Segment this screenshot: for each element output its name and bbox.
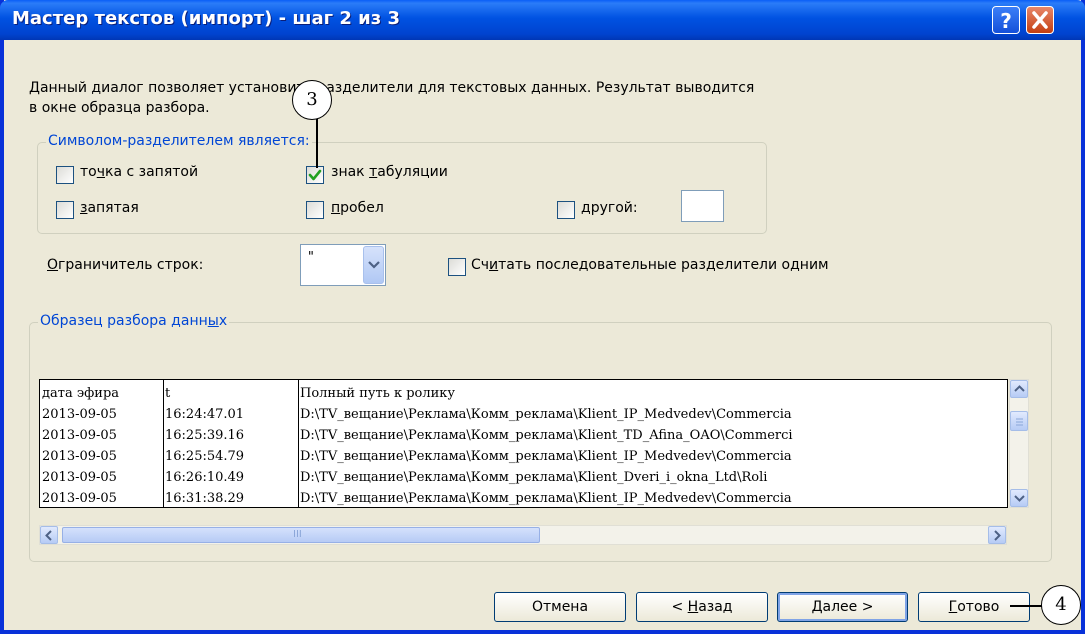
table-cell: Полный путь к ролику (300, 386, 456, 401)
description-line-2: в окне образца разбора. (29, 100, 210, 116)
close-button[interactable] (1026, 6, 1054, 34)
space-label[interactable]: пробел (331, 200, 384, 216)
semicolon-checkbox[interactable] (56, 166, 74, 184)
dialog-description: Данный диалог позволяет установить разде… (29, 78, 754, 118)
table-cell: 2013-09-05 (42, 470, 117, 485)
next-button[interactable]: Далее > (777, 592, 908, 622)
preview-group-legend: Образец разбора данных (38, 313, 230, 329)
other-delimiter-input[interactable] (681, 190, 724, 222)
table-cell: дата эфира (42, 386, 120, 401)
scroll-thumb-grip: III (293, 529, 302, 540)
text-qualifier-dropdown-button[interactable] (363, 246, 384, 284)
table-cell: D:\TV_вещание\Реклама\Комм_реклама\Klien… (300, 428, 793, 443)
comma-label[interactable]: запятая (80, 200, 139, 216)
text-qualifier-value: " (307, 250, 315, 265)
table-cell: 16:26:10.49 (165, 470, 245, 485)
callout-3-leader-line (316, 118, 318, 168)
horizontal-scroll-thumb[interactable]: III (62, 527, 540, 543)
delimiter-group: Символом-разделителем является: (37, 133, 767, 234)
description-line-1: Данный диалог позволяет установить разде… (29, 80, 755, 96)
close-icon (1032, 11, 1048, 29)
table-cell: 16:24:47.01 (165, 407, 245, 422)
finish-button[interactable]: Готово (918, 592, 1030, 622)
chevron-left-icon (45, 530, 52, 541)
table-cell: t (165, 386, 171, 401)
space-checkbox[interactable] (306, 201, 324, 219)
text-qualifier-select[interactable]: " (300, 244, 386, 286)
chevron-right-icon (994, 530, 1001, 541)
data-preview-grid[interactable]: дата эфира t Полный путь к ролику 2013-0… (39, 379, 1008, 508)
scroll-right-button[interactable] (988, 526, 1006, 544)
question-mark-icon: ? (1000, 9, 1012, 33)
consecutive-delimiters-checkbox[interactable] (448, 258, 466, 276)
column-divider[interactable] (298, 380, 299, 507)
scroll-up-button[interactable] (1010, 380, 1028, 398)
callout-4-leader-line (1010, 605, 1044, 607)
grip-icon (1016, 418, 1023, 426)
table-cell: D:\TV_вещание\Реклама\Комм_реклама\Klien… (300, 470, 768, 485)
callout-3-marker: 3 (292, 80, 332, 120)
tab-checkbox[interactable] (306, 166, 324, 184)
chevron-down-icon (1014, 495, 1025, 502)
preview-horizontal-scrollbar[interactable]: III (39, 525, 1007, 545)
delimiter-group-legend: Символом-разделителем является: (46, 133, 312, 149)
back-button[interactable]: < Назад (636, 592, 768, 622)
title-bar[interactable]: Мастер текстов (импорт) - шаг 2 из 3 ? (0, 0, 1085, 40)
other-label[interactable]: другой: (581, 200, 638, 216)
chevron-up-icon (1014, 385, 1025, 392)
tab-label[interactable]: знак табуляции (331, 164, 448, 180)
scroll-left-button[interactable] (40, 526, 58, 544)
table-cell: 16:25:54.79 (165, 449, 245, 464)
vertical-scroll-thumb[interactable] (1010, 411, 1028, 431)
chevron-down-icon (368, 261, 380, 269)
semicolon-label[interactable]: точка с запятой (80, 164, 198, 180)
table-cell: 2013-09-05 (42, 491, 117, 506)
table-cell: D:\TV_вещание\Реклама\Комм_реклама\Klien… (300, 407, 792, 422)
help-button[interactable]: ? (992, 6, 1020, 34)
window-title: Мастер текстов (импорт) - шаг 2 из 3 (12, 8, 400, 29)
table-cell: 16:31:38.29 (165, 491, 245, 506)
comma-checkbox[interactable] (56, 201, 74, 219)
cancel-button[interactable]: Отмена (494, 592, 626, 622)
consecutive-delimiters-label[interactable]: Считать последовательные разделители одн… (471, 257, 829, 273)
table-cell: 16:25:39.16 (165, 428, 245, 443)
svg-text:?: ? (1000, 9, 1012, 33)
scroll-down-button[interactable] (1010, 489, 1028, 507)
checkmark-icon (308, 169, 322, 181)
table-cell: 2013-09-05 (42, 407, 117, 422)
other-checkbox[interactable] (557, 201, 575, 219)
table-cell: 2013-09-05 (42, 449, 117, 464)
callout-4-marker: 4 (1041, 585, 1081, 625)
table-cell: D:\TV_вещание\Реклама\Комм_реклама\Klien… (300, 491, 792, 506)
table-cell: 2013-09-05 (42, 428, 117, 443)
text-qualifier-label: Ограничитель строк: (47, 257, 204, 273)
preview-vertical-scrollbar[interactable] (1009, 379, 1029, 508)
text-import-wizard-dialog: Мастер текстов (импорт) - шаг 2 из 3 ? Д… (0, 0, 1085, 634)
table-cell: D:\TV_вещание\Реклама\Комм_реклама\Klien… (300, 449, 792, 464)
